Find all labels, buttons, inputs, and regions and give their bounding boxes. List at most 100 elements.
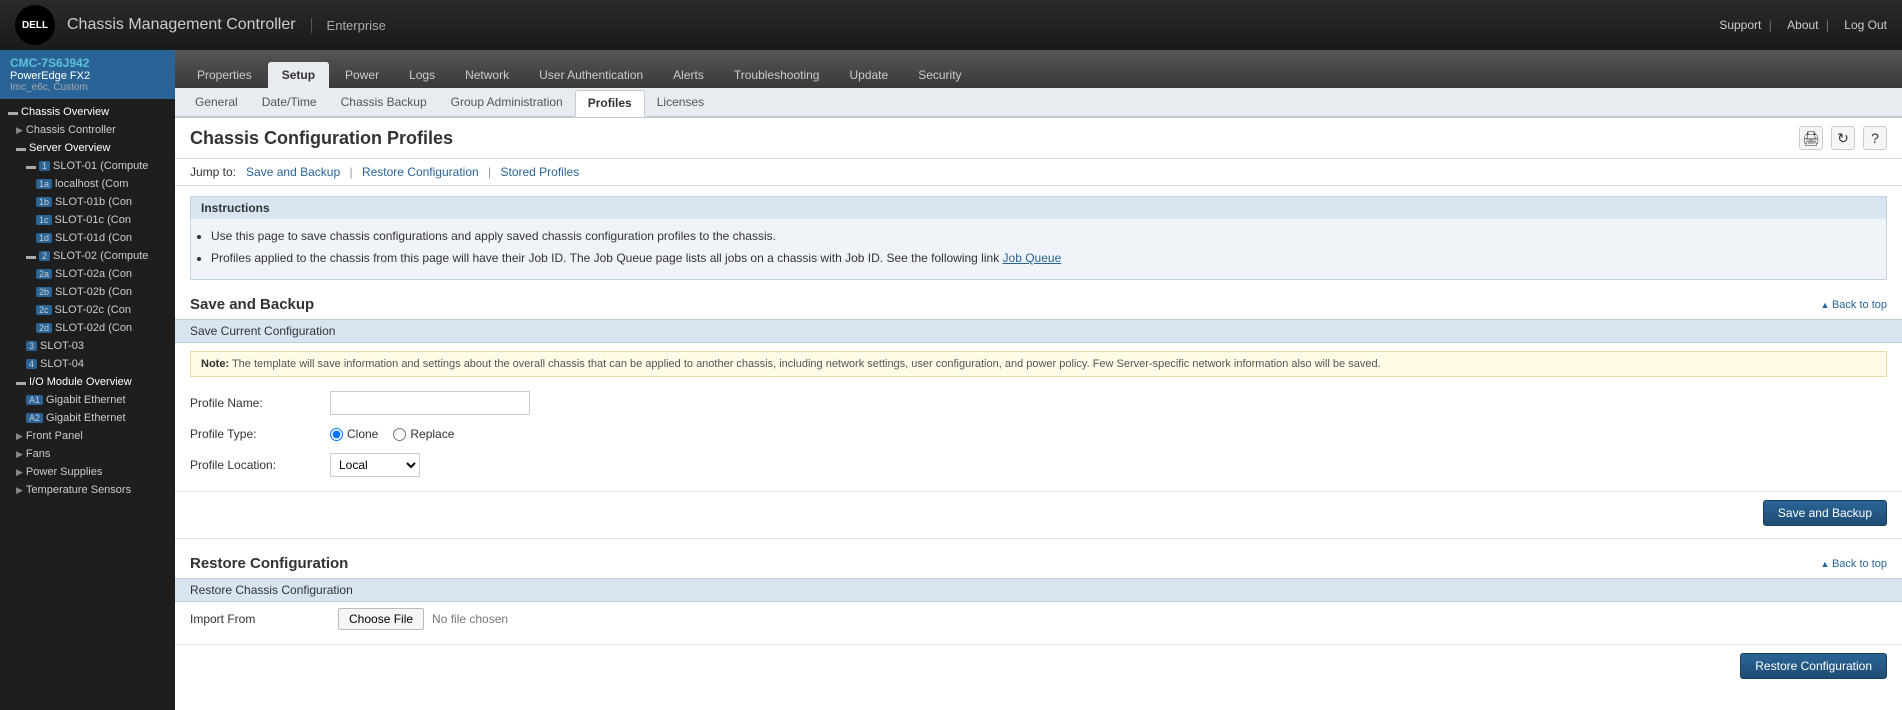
sidebar-tree: ▬Chassis Overview▶Chassis Controller▬Ser… [0, 99, 175, 503]
profile-location-label: Profile Location: [190, 458, 330, 472]
dell-logo: DELL [15, 5, 55, 45]
profile-type-row: Profile Type: Clone Replace [175, 421, 1902, 447]
top-tab-security[interactable]: Security [904, 62, 975, 88]
save-and-backup-button[interactable]: Save and Backup [1763, 500, 1887, 526]
sidebar-tree-item[interactable]: 2cSLOT-02c (Con [0, 301, 175, 319]
header-links: Support | About | Log Out [1711, 18, 1887, 32]
sidebar-tree-item[interactable]: ▶Power Supplies [0, 463, 175, 481]
sidebar-tree-item[interactable]: 3SLOT-03 [0, 337, 175, 355]
sidebar-tree-item[interactable]: 1alocalhost (Com [0, 175, 175, 193]
sidebar-tree-item[interactable]: 1cSLOT-01c (Con [0, 211, 175, 229]
save-backup-title: Save and Backup [190, 296, 314, 313]
profile-type-clone-label[interactable]: Clone [330, 427, 378, 441]
instruction-2: Profiles applied to the chassis from thi… [211, 249, 1866, 268]
sidebar-tree-item[interactable]: 1dSLOT-01d (Con [0, 229, 175, 247]
page-actions: 🖨 ↻ ? [1799, 126, 1887, 150]
save-current-config-header: Save Current Configuration [175, 319, 1902, 343]
sub-tab-group-administration[interactable]: Group Administration [439, 90, 575, 114]
sub-tab-licenses[interactable]: Licenses [645, 90, 716, 114]
profile-name-label: Profile Name: [190, 396, 330, 410]
no-file-chosen-text: No file chosen [432, 612, 508, 626]
save-backup-header: Save and Backup Back to top [175, 290, 1902, 319]
profile-location-select[interactable]: Local Network USB [330, 453, 420, 477]
app-header: DELL Chassis Management Controller Enter… [0, 0, 1902, 50]
restore-config-header: Restore Configuration Back to top [175, 549, 1902, 578]
sub-tab-profiles[interactable]: Profiles [575, 90, 645, 117]
top-tab-user-authentication[interactable]: User Authentication [525, 62, 657, 88]
top-tab-alerts[interactable]: Alerts [659, 62, 718, 88]
top-tab-properties[interactable]: Properties [183, 62, 266, 88]
sub-tab-date/time[interactable]: Date/Time [250, 90, 329, 114]
jump-save-backup[interactable]: Save and Backup [246, 165, 340, 179]
top-tab-troubleshooting[interactable]: Troubleshooting [720, 62, 834, 88]
import-from-label: Import From [190, 612, 330, 626]
sidebar-tree-item[interactable]: ▬1SLOT-01 (Compute [0, 157, 175, 175]
sub-tab-general[interactable]: General [183, 90, 250, 114]
sidebar-tree-item[interactable]: 2dSLOT-02d (Con [0, 319, 175, 337]
profile-name-input[interactable] [330, 391, 530, 415]
sidebar-tree-item[interactable]: A1Gigabit Ethernet [0, 391, 175, 409]
restore-chassis-config-header: Restore Chassis Configuration [175, 578, 1902, 602]
top-tab-network[interactable]: Network [451, 62, 523, 88]
save-backup-top-link[interactable]: Back to top [1821, 299, 1887, 311]
sub-tab-nav: GeneralDate/TimeChassis BackupGroup Admi… [175, 88, 1902, 118]
main-layout: CMC-7S6J942 PowerEdge FX2 Imc_e6c, Custo… [0, 50, 1902, 710]
restore-btn-bar: Restore Configuration [175, 644, 1902, 687]
sub-tab-chassis-backup[interactable]: Chassis Backup [329, 90, 439, 114]
sidebar-tree-item[interactable]: ▬2SLOT-02 (Compute [0, 247, 175, 265]
sidebar-tree-item[interactable]: ▶Chassis Controller [0, 121, 175, 139]
sidebar-tree-item[interactable]: ▶Temperature Sensors [0, 481, 175, 499]
jump-restore-config[interactable]: Restore Configuration [362, 165, 479, 179]
jump-to-bar: Jump to: Save and Backup | Restore Confi… [175, 159, 1902, 186]
top-tab-power[interactable]: Power [331, 62, 393, 88]
sidebar-tree-item[interactable]: ▶Front Panel [0, 427, 175, 445]
about-link[interactable]: About [1787, 18, 1818, 32]
top-tab-update[interactable]: Update [835, 62, 902, 88]
profile-type-clone-radio[interactable] [330, 428, 343, 441]
sidebar: CMC-7S6J942 PowerEdge FX2 Imc_e6c, Custo… [0, 50, 175, 710]
app-subtitle: Enterprise [311, 18, 386, 33]
device-model: PowerEdge FX2 [10, 70, 165, 82]
profile-location-row: Profile Location: Local Network USB [175, 447, 1902, 483]
restore-config-title: Restore Configuration [190, 555, 348, 572]
profile-type-label: Profile Type: [190, 427, 330, 441]
sidebar-tree-item[interactable]: A2Gigabit Ethernet [0, 409, 175, 427]
sidebar-tree-item[interactable]: 1bSLOT-01b (Con [0, 193, 175, 211]
main-content: PropertiesSetupPowerLogsNetworkUser Auth… [175, 50, 1902, 710]
restore-configuration-button[interactable]: Restore Configuration [1740, 653, 1887, 679]
jump-to-label: Jump to: [190, 165, 236, 179]
sidebar-tree-item[interactable]: 4SLOT-04 [0, 355, 175, 373]
sidebar-tree-item[interactable]: 2bSLOT-02b (Con [0, 283, 175, 301]
jump-stored-profiles[interactable]: Stored Profiles [500, 165, 579, 179]
instructions-body: Use this page to save chassis configurat… [191, 219, 1886, 279]
sidebar-tree-item[interactable]: ▬I/O Module Overview [0, 373, 175, 391]
top-tab-setup[interactable]: Setup [268, 62, 329, 88]
profile-type-radio-group: Clone Replace [330, 427, 454, 441]
import-from-row: Import From Choose File No file chosen [175, 602, 1902, 636]
sidebar-tree-item[interactable]: ▬Chassis Overview [0, 103, 175, 121]
support-link[interactable]: Support [1719, 18, 1761, 32]
top-tab-logs[interactable]: Logs [395, 62, 449, 88]
sidebar-device-info: CMC-7S6J942 PowerEdge FX2 Imc_e6c, Custo… [0, 50, 175, 99]
sidebar-tree-item[interactable]: ▶Fans [0, 445, 175, 463]
choose-file-button[interactable]: Choose File [338, 608, 424, 630]
profile-type-replace-label[interactable]: Replace [393, 427, 454, 441]
instruction-1: Use this page to save chassis configurat… [211, 227, 1866, 246]
job-queue-link[interactable]: Job Queue [1003, 251, 1062, 265]
instructions-header: Instructions [191, 197, 1886, 219]
section-divider-1 [175, 538, 1902, 539]
save-note: Note: The template will save information… [190, 351, 1887, 377]
restore-top-link[interactable]: Back to top [1821, 558, 1887, 570]
restore-config-section: Restore Configuration Back to top Restor… [175, 549, 1902, 687]
help-button[interactable]: ? [1863, 126, 1887, 150]
device-info: Imc_e6c, Custom [10, 82, 165, 93]
logout-link[interactable]: Log Out [1844, 18, 1887, 32]
print-button[interactable]: 🖨 [1799, 126, 1823, 150]
sidebar-tree-item[interactable]: 2aSLOT-02a (Con [0, 265, 175, 283]
content-area: Chassis Configuration Profiles 🖨 ↻ ? Jum… [175, 118, 1902, 710]
top-tab-nav: PropertiesSetupPowerLogsNetworkUser Auth… [175, 50, 1902, 88]
refresh-button[interactable]: ↻ [1831, 126, 1855, 150]
sidebar-tree-item[interactable]: ▬Server Overview [0, 139, 175, 157]
profile-type-replace-radio[interactable] [393, 428, 406, 441]
profile-name-row: Profile Name: [175, 385, 1902, 421]
